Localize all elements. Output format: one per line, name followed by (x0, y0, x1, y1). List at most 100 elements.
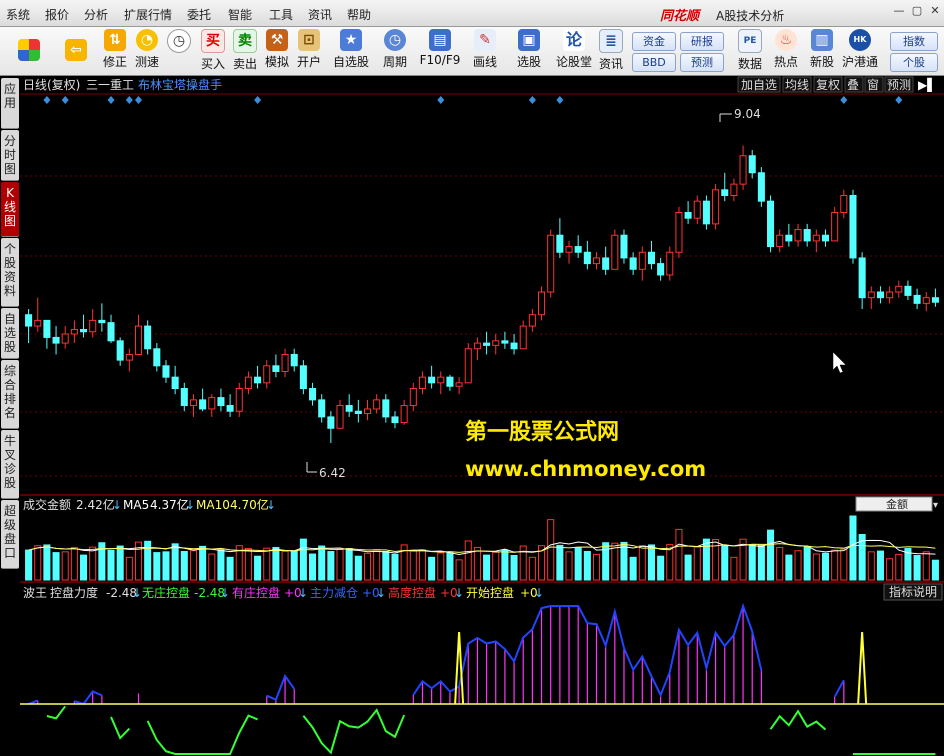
candle-body (638, 251, 646, 270)
simulate-button[interactable]: ⚒ 模拟 (262, 29, 292, 73)
candle-body (886, 291, 894, 299)
candle-body (162, 365, 170, 378)
hot-button[interactable]: ♨ 热点 (770, 29, 802, 73)
simulate-label: 模拟 (264, 55, 289, 69)
tab-diagnosis[interactable]: 牛叉诊股 (1, 430, 19, 499)
volume-bar (354, 555, 362, 581)
tab-watchlist[interactable]: 自选股 (1, 308, 19, 359)
volume-label: 成交金额 (23, 497, 71, 512)
news-icon: ≣ (599, 29, 623, 53)
osc-start-label: 开始控盘 (466, 585, 514, 600)
candle-body (281, 353, 289, 372)
volume-bar (602, 542, 610, 581)
doc-icon: ▤ (429, 29, 451, 51)
adjust-button[interactable]: 复权 (816, 78, 840, 92)
forecast-button[interactable]: 预测 (680, 53, 724, 72)
indicator-help-label: 指标说明 (889, 584, 937, 599)
stock-select-button[interactable]: ▣ 选股 (510, 29, 548, 73)
overlay-button[interactable]: 叠 (847, 78, 859, 92)
refresh-button[interactable]: ⇅ 修正 (100, 29, 130, 73)
indicator-help-button[interactable]: 指标说明 (883, 583, 943, 601)
add-watchlist-button[interactable]: 加自选 (741, 78, 777, 92)
sell-button[interactable]: 卖 卖出 (230, 29, 260, 73)
osc-high-label: 高度控盘 (388, 585, 436, 600)
candle-body (373, 399, 381, 410)
candle-body (134, 325, 143, 355)
candle (611, 229, 619, 270)
volume-bar (80, 554, 88, 581)
candle-body (327, 416, 335, 429)
stock-button[interactable]: 个股 (890, 53, 938, 72)
volume-down-arrow: ↓ (112, 498, 122, 512)
menu-news[interactable]: 资讯 (308, 6, 332, 23)
f10-button[interactable]: ▤ F10/F9 (418, 29, 462, 73)
menu-tools[interactable]: 工具 (269, 6, 293, 23)
candle-body (721, 189, 729, 196)
volume-bar (895, 553, 903, 581)
window-button[interactable]: 窗 (867, 78, 879, 92)
buy-button[interactable]: 买 买入 (198, 29, 228, 73)
menu-quote[interactable]: 报价 (45, 6, 69, 23)
menu-help[interactable]: 帮助 (347, 6, 371, 23)
bbd-button[interactable]: BBD (632, 53, 676, 72)
timer-button[interactable]: ◷ (164, 29, 194, 73)
menu-analysis[interactable]: 分析 (84, 6, 108, 23)
lock-icon: ⊡ (298, 29, 320, 51)
volume-bar (693, 546, 701, 581)
volume-bar (748, 544, 756, 581)
candle-body (263, 365, 271, 384)
hk-connect-button[interactable]: HK 沪港通 (840, 29, 880, 73)
close-icon[interactable]: ✕ (928, 4, 942, 18)
menu-trade[interactable]: 委托 (187, 6, 211, 23)
menu-smart[interactable]: 智能 (228, 6, 252, 23)
candle-body (180, 388, 188, 407)
research-button[interactable]: 研报 (680, 32, 724, 51)
volume-bar (473, 546, 481, 581)
menu-system[interactable]: 系统 (6, 6, 30, 23)
candle-body (80, 328, 88, 333)
volume-bar (574, 546, 582, 581)
speed-test-button[interactable]: ◔ 测速 (132, 29, 162, 73)
volume-mode-dropdown[interactable]: 金额 ▾ (855, 496, 938, 512)
minimize-icon[interactable]: — (892, 4, 906, 18)
tab-super-board[interactable]: 超级盘口 (1, 500, 19, 569)
period-button[interactable]: ◷ 周期 (376, 29, 414, 73)
refresh-label: 修正 (102, 55, 127, 69)
volume-bar (876, 550, 884, 581)
data-button[interactable]: PE 数据 (734, 29, 766, 73)
candle-body (712, 189, 720, 225)
candle-body (464, 348, 472, 384)
volume-bar (327, 551, 335, 581)
tab-kline[interactable]: K线图 (1, 182, 19, 237)
volume-bar (831, 549, 839, 581)
volume-bar (437, 552, 445, 581)
draw-line-button[interactable]: ✎ 画线 (466, 29, 504, 73)
volume-bar (363, 552, 372, 581)
fund-button[interactable]: 资金 (632, 32, 676, 51)
tab-apps[interactable]: 应用 (1, 78, 19, 129)
ma-button[interactable]: 均线 (785, 78, 809, 92)
candle-body (602, 257, 610, 270)
new-stock-button[interactable]: ▥ 新股 (806, 29, 838, 73)
hk-connect-label: 沪港通 (841, 55, 878, 69)
maximize-icon[interactable]: ▢ (910, 4, 924, 18)
volume-bar (886, 558, 894, 581)
osc-maker-arrow: ↓ (298, 586, 308, 600)
expand-right-icon[interactable]: ▶▌ (918, 77, 936, 92)
tab-timeshare[interactable]: 分时图 (1, 130, 19, 181)
open-account-button[interactable]: ⊡ 开户 (294, 29, 324, 73)
menu-extended-market[interactable]: 扩展行情 (124, 6, 172, 23)
forecast-chart-button[interactable]: 预测 (887, 78, 911, 92)
forum-button[interactable]: 论 论股堂 (554, 29, 594, 73)
tab-stock-profile[interactable]: 个股资料 (1, 238, 19, 307)
volume-bar (446, 552, 454, 581)
watchlist-button[interactable]: ★ 自选股 (330, 29, 372, 73)
index-button[interactable]: 指数 (890, 32, 938, 51)
color-grid-button[interactable] (12, 29, 46, 73)
back-button[interactable]: ⇦ (56, 29, 96, 73)
candle-body (171, 376, 179, 390)
news-button[interactable]: ≣ 资讯 (596, 29, 626, 73)
tab-ranking[interactable]: 综合排名 (1, 360, 19, 429)
low-price-label: 6.42 (319, 466, 346, 480)
watermark-url: www.chnmoney.com (465, 457, 707, 481)
